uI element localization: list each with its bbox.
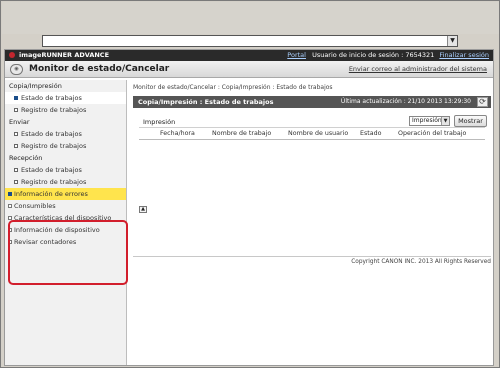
- sidebar-item-label: Registro de trabajos: [21, 106, 87, 114]
- brand-name: imageRUNNER ADVANCE: [19, 51, 110, 59]
- column-header-user-name[interactable]: Nombre de usuario: [288, 130, 348, 137]
- filter-row: Impresión Impresión ▼ Mostrar: [139, 115, 487, 128]
- bullet-icon: [8, 204, 12, 208]
- table-header: Fecha/hora Nombre de trabajo Nombre de u…: [139, 128, 485, 140]
- sidebar-item-copy-job-status[interactable]: Estado de trabajos: [5, 92, 126, 104]
- scroll-to-top-icon[interactable]: ▲: [139, 206, 147, 213]
- sidebar-item-label: Información de dispositivo: [14, 226, 100, 234]
- sidebar-item-send-job-status[interactable]: Estado de trabajos: [5, 128, 126, 140]
- sidebar-item-label: Revisar contadores: [14, 238, 77, 246]
- page-titlebar: ◉ Monitor de estado/Cancelar Enviar corr…: [5, 61, 493, 78]
- sidebar-item-label: Estado de trabajos: [21, 94, 82, 102]
- sidebar-item-device-info[interactable]: Información de dispositivo: [5, 224, 126, 236]
- bullet-icon: [8, 228, 12, 232]
- sidebar-item-label: Características del dispositivo: [14, 214, 112, 222]
- chevron-down-icon: ▼: [441, 117, 449, 125]
- column-header-job-operation[interactable]: Operación del trabajo: [398, 130, 466, 137]
- column-header-status[interactable]: Estado: [360, 130, 381, 137]
- job-type-select[interactable]: Impresión ▼: [409, 116, 450, 126]
- sidebar-item-receive-job-log[interactable]: Registro de trabajos: [5, 176, 126, 188]
- address-dropdown-icon[interactable]: ▼: [447, 36, 457, 46]
- logout-link[interactable]: Finalizar sesión: [439, 51, 489, 59]
- sidebar-item-copy-job-log[interactable]: Registro de trabajos: [5, 104, 126, 116]
- last-update-label: Última actualización : 21/10 2013 13:29:…: [340, 98, 471, 105]
- main-content: Monitor de estado/Cancelar : Copia/Impre…: [133, 84, 491, 140]
- mail-admin-link[interactable]: Enviar correo al administrador del siste…: [349, 65, 487, 73]
- bullet-icon: [14, 168, 18, 172]
- sidebar-item-error-info[interactable]: Información de errores: [5, 188, 126, 200]
- address-bar[interactable]: ▼: [42, 35, 458, 47]
- sidebar-item-device-features[interactable]: Características del dispositivo: [5, 212, 126, 224]
- page-title: Monitor de estado/Cancelar: [29, 64, 170, 74]
- bullet-icon: [14, 132, 18, 136]
- header-right: Portal Usuario de inicio de sesión : 765…: [287, 50, 489, 61]
- bullet-icon: [14, 108, 18, 112]
- browser-toolbar: [2, 2, 499, 34]
- filter-label: Impresión: [143, 118, 176, 126]
- copyright: Copyright CANON INC. 2013 All Rights Res…: [133, 256, 491, 265]
- portal-link[interactable]: Portal: [287, 51, 306, 59]
- sidebar-item-receive-job-status[interactable]: Estado de trabajos: [5, 164, 126, 176]
- refresh-icon[interactable]: ⟳: [477, 97, 488, 107]
- sidebar-section-copy: Copia/Impresión: [9, 82, 62, 90]
- job-type-select-value: Impresión: [412, 117, 442, 124]
- sidebar-item-label: Registro de trabajos: [21, 142, 87, 150]
- sidebar: Copia/Impresión Estado de trabajos Regis…: [5, 80, 128, 365]
- sidebar-item-label: Información de errores: [14, 190, 88, 198]
- bullet-icon: [8, 240, 12, 244]
- column-header-datetime[interactable]: Fecha/hora: [160, 130, 195, 137]
- sidebar-item-label: Registro de trabajos: [21, 178, 87, 186]
- panel-header: Copia/Impresión : Estado de trabajos Últ…: [133, 96, 491, 108]
- column-header-job-name[interactable]: Nombre de trabajo: [212, 130, 271, 137]
- remote-ui-app: imageRUNNER ADVANCE Portal Usuario de in…: [4, 49, 494, 366]
- sidebar-section-receive: Recepción: [9, 154, 43, 162]
- panel-title: Copia/Impresión : Estado de trabajos: [138, 98, 274, 106]
- canon-logo-icon: [9, 52, 15, 58]
- bullet-icon: [14, 96, 18, 100]
- show-button[interactable]: Mostrar: [454, 115, 487, 127]
- login-user-label: Usuario de inicio de sesión : 7654321: [312, 51, 435, 59]
- sidebar-item-check-counters[interactable]: Revisar contadores: [5, 236, 126, 248]
- sidebar-item-label: Consumibles: [14, 202, 56, 210]
- sidebar-item-label: Estado de trabajos: [21, 130, 82, 138]
- bullet-icon: [14, 144, 18, 148]
- status-monitor-icon: ◉: [10, 64, 23, 75]
- bullet-icon: [8, 216, 12, 220]
- bullet-icon: [8, 192, 12, 196]
- sidebar-item-consumables[interactable]: Consumibles: [5, 200, 126, 212]
- sidebar-item-send-job-log[interactable]: Registro de trabajos: [5, 140, 126, 152]
- browser-window: ▼ imageRUNNER ADVANCE Portal Usuario de …: [0, 0, 500, 368]
- sidebar-item-label: Estado de trabajos: [21, 166, 82, 174]
- brand-bar: imageRUNNER ADVANCE Portal Usuario de in…: [5, 50, 493, 61]
- sidebar-section-send: Enviar: [9, 118, 30, 126]
- breadcrumb: Monitor de estado/Cancelar : Copia/Impre…: [133, 84, 333, 91]
- bullet-icon: [14, 180, 18, 184]
